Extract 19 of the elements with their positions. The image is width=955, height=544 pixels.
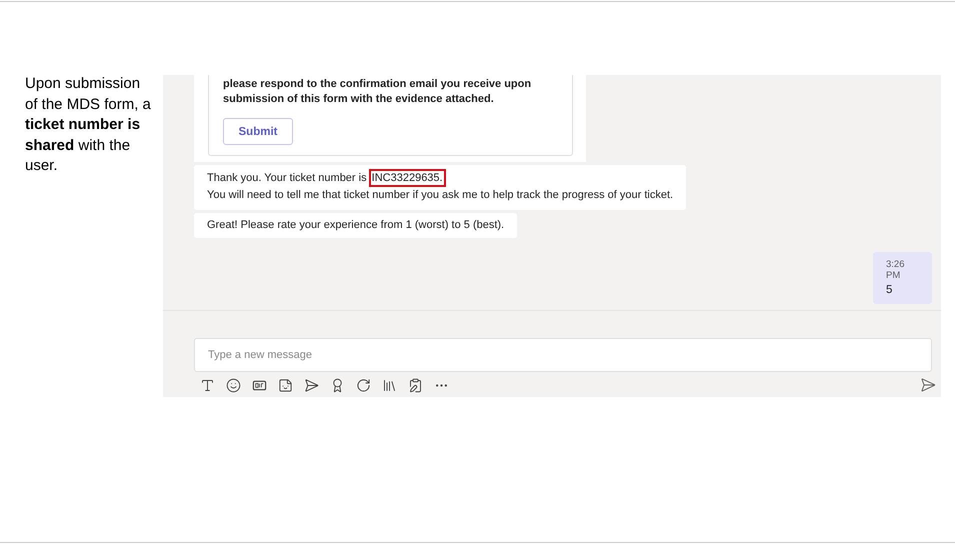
books-icon[interactable]: [382, 378, 397, 392]
refresh-icon[interactable]: [356, 378, 371, 392]
submit-button[interactable]: Submit: [223, 118, 293, 145]
message-time: 3:26 PM: [886, 259, 906, 281]
caption-text: Upon submission of the MDS form, a ticket number is shared with the user.: [25, 74, 152, 176]
message-text: Great! Please rate your experience from 1 (worst) to 5 (best).: [207, 219, 504, 231]
sticker-icon[interactable]: [278, 378, 293, 392]
highlighted-ticket-number: INC33229635.: [368, 169, 446, 187]
clipboard-icon[interactable]: [408, 378, 423, 392]
card-text: please respond to the confirmation email you receive upon: [223, 77, 532, 92]
emoji-icon[interactable]: [226, 378, 241, 392]
message-text: Thank you. Your ticket number is: [207, 172, 368, 184]
format-icon[interactable]: [200, 378, 215, 392]
message-text: 5: [886, 284, 894, 296]
message-field[interactable]: Type a new message: [194, 338, 932, 372]
message-text: You will need to tell me that ticket number if you ask me to help track the progress of your ticket.: [207, 188, 674, 203]
arrow-icon[interactable]: [304, 378, 319, 392]
card-text: submission of this form with the evidence attached.: [223, 92, 495, 107]
send-icon[interactable]: [920, 377, 936, 393]
